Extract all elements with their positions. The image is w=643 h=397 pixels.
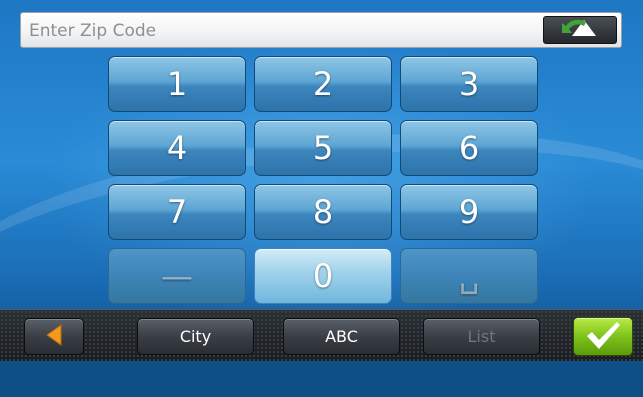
key-8[interactable]: 8	[254, 184, 392, 240]
key-3[interactable]: 3	[400, 56, 538, 112]
navigation-screen: 1 2 3 4 5 6 7 8 9 — 0 ␣ City ABC List	[0, 0, 643, 397]
key-6[interactable]: 6	[400, 120, 538, 176]
key-0[interactable]: 0	[254, 248, 392, 304]
key-space[interactable]: ␣	[400, 248, 538, 304]
backspace-button[interactable]	[543, 16, 617, 44]
key-7[interactable]: 7	[108, 184, 246, 240]
key-4[interactable]: 4	[108, 120, 246, 176]
arrow-left-icon	[43, 323, 65, 351]
key-2[interactable]: 2	[254, 56, 392, 112]
checkmark-icon	[584, 319, 622, 355]
back-button[interactable]	[24, 318, 84, 355]
zip-code-input[interactable]	[27, 15, 543, 47]
city-button[interactable]: City	[137, 318, 254, 355]
backspace-arrow-icon	[560, 17, 600, 43]
key-5[interactable]: 5	[254, 120, 392, 176]
key-9[interactable]: 9	[400, 184, 538, 240]
list-button[interactable]: List	[423, 318, 540, 355]
zip-entry-bar	[20, 12, 622, 48]
ok-button[interactable]	[573, 317, 633, 356]
key-dash[interactable]: —	[108, 248, 246, 304]
abc-button[interactable]: ABC	[283, 318, 400, 355]
bottom-toolbar: City ABC List	[0, 309, 643, 361]
key-1[interactable]: 1	[108, 56, 246, 112]
